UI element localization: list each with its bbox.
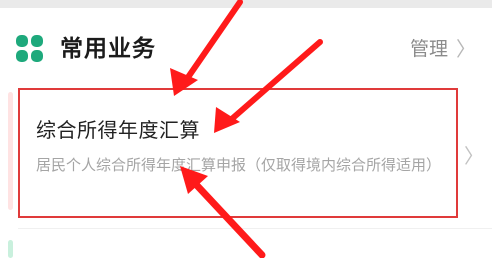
left-accent-bar	[8, 92, 13, 210]
section-title: 常用业务	[60, 36, 156, 62]
list-item-annual-tax-settlement[interactable]: 综合所得年度汇算 居民个人综合所得年度汇算申报（仅取得境内综合所得适用）	[18, 88, 458, 218]
grid-icon	[16, 35, 44, 63]
manage-label: 管理	[409, 38, 448, 60]
chevron-right-icon[interactable]: 〉	[464, 140, 484, 169]
chevron-right-icon: 〉	[456, 37, 476, 61]
manage-button[interactable]: 管理 〉	[410, 33, 476, 62]
left-accent-bar-next	[8, 240, 13, 258]
screen: 常用业务 管理 〉 综合所得年度汇算 居民个人综合所得年度汇算申报（仅取得境内综…	[0, 0, 492, 258]
section-header: 常用业务 管理 〉	[0, 8, 492, 78]
row-divider	[18, 228, 492, 229]
item-description: 居民个人综合所得年度汇算申报（仅取得境内综合所得适用）	[36, 156, 442, 174]
top-divider	[0, 0, 492, 8]
item-title: 综合所得年度汇算	[36, 118, 200, 142]
